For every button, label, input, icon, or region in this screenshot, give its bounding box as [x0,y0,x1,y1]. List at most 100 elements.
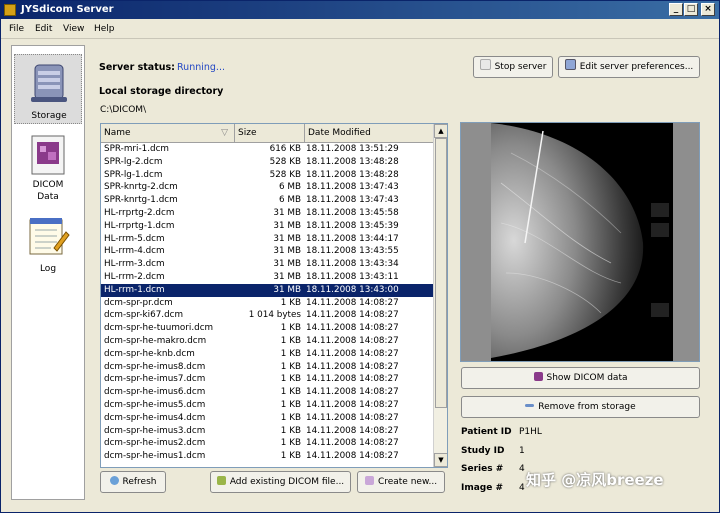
table-row[interactable]: dcm-spr-he-makro.dcm 1 KB 14.11.2008 14:08… [101,335,433,348]
scroll-thumb[interactable] [435,138,447,408]
title-bar[interactable]: JYSdicom Server _ □ × [1,1,719,19]
table-row[interactable]: dcm-spr-he-imus2.dcm 1 KB 14.11.2008 14:08… [101,437,433,450]
preferences-icon [564,59,576,70]
sidebar-item-dicom-data[interactable]: DICOM Data [14,132,82,204]
remove-icon [525,404,535,407]
file-name: dcm-spr-he-makro.dcm [104,335,207,346]
file-date: 18.11.2008 13:48:28 [306,156,399,167]
file-size: 1 KB [280,387,301,398]
sidebar-item-log[interactable]: Log [14,214,82,278]
scroll-up-icon[interactable]: ▲ [434,124,447,138]
column-header-size[interactable]: Size [235,124,305,142]
close-button[interactable]: × [701,3,715,16]
table-row[interactable]: dcm-spr-he-imus7.dcm 1 KB 14.11.2008 14:08… [101,373,433,386]
table-row[interactable]: HL-rrm-4.dcm 31 MB 18.11.2008 13:43:55 [101,245,433,258]
file-size: 1 KB [280,297,301,308]
file-date: 18.11.2008 13:47:43 [306,182,399,193]
show-dicom-label: Show DICOM data [546,373,628,383]
table-row[interactable]: HL-rrm-1.dcm 31 MB 18.11.2008 13:43:00 [101,283,433,297]
table-row[interactable]: HL-rrm-3.dcm 31 MB 18.11.2008 13:43:34 [101,258,433,271]
sidebar-item-storage[interactable]: Storage [14,54,82,124]
stop-server-button[interactable]: Stop server [473,56,553,78]
file-size: 31 MB [273,271,301,282]
scroll-down-icon[interactable]: ▼ [434,453,447,467]
file-size: 1 KB [280,412,301,423]
show-dicom-data-button[interactable]: Show DICOM data [461,367,700,389]
table-row[interactable]: SPR-lg-2.dcm 528 KB 18.11.2008 13:48:28 [101,156,433,169]
table-row[interactable]: dcm-spr-he-tuumori.dcm 1 KB 14.11.2008 14:… [101,322,433,335]
patient-id-label: Patient ID [461,427,512,437]
file-name: dcm-spr-he-imus3.dcm [104,425,206,436]
image-value: 4 [519,483,525,493]
file-name: HL-rrprtg-2.dcm [104,207,175,218]
refresh-button[interactable]: Refresh [100,471,166,493]
menu-edit[interactable]: Edit [35,24,52,34]
file-name: SPR-lg-2.dcm [104,156,163,167]
file-date: 14.11.2008 14:08:27 [306,425,399,436]
watermark: 知乎 @凉风breeze [526,471,664,489]
maximize-button[interactable]: □ [684,3,698,16]
column-header-date[interactable]: Date Modified [305,124,433,142]
server-status-value: Running... [177,62,225,73]
table-row[interactable]: dcm-spr-he-imus8.dcm 1 KB 14.11.2008 14:08… [101,361,433,374]
sidebar-item-label: DICOM [32,180,64,190]
file-size: 31 MB [273,207,301,218]
table-row[interactable]: dcm-spr-he-imus3.dcm 1 KB 14.11.2008 14:08… [101,425,433,438]
table-row[interactable]: HL-rrprtg-1.dcm 31 MB 18.11.2008 13:45:39 [101,220,433,233]
dicom-data-icon [31,135,65,175]
file-date: 18.11.2008 13:43:55 [306,246,399,257]
remove-from-storage-button[interactable]: Remove from storage [461,396,700,418]
file-size: 1 KB [280,361,301,372]
file-name: HL-rrm-2.dcm [104,271,165,282]
vertical-scrollbar[interactable]: ▲ ▼ [433,124,447,467]
study-id-label: Study ID [461,446,505,456]
file-size: 31 MB [273,220,301,231]
file-name: SPR-mri-1.dcm [104,144,170,154]
menu-file[interactable]: File [9,24,24,34]
table-row[interactable]: SPR-knrtg-2.dcm 6 MB 18.11.2008 13:47:43 [101,181,433,194]
file-name: HL-rrm-1.dcm [104,284,165,295]
file-size: 31 MB [273,246,301,257]
minimize-button[interactable]: _ [669,3,683,16]
create-new-button[interactable]: Create new... [357,471,445,493]
file-size: 1 KB [280,438,301,449]
file-size: 31 MB [273,284,301,295]
storage-path: C:\DICOM\ [100,105,147,115]
column-header-name[interactable]: Name ▽ [101,124,235,142]
table-row[interactable]: dcm-spr-he-imus1.dcm 1 KB 14.11.2008 14:08… [101,450,433,463]
file-size: 1 KB [280,425,301,436]
menu-view[interactable]: View [63,24,84,34]
table-row[interactable]: dcm-spr-pr.dcm 1 KB 14.11.2008 14:08:27 [101,297,433,310]
refresh-icon [109,476,119,485]
file-size: 1 KB [280,335,301,346]
edit-preferences-button[interactable]: Edit server preferences... [558,56,700,78]
menu-help[interactable]: Help [94,24,115,34]
table-row[interactable]: HL-rrm-2.dcm 31 MB 18.11.2008 13:43:11 [101,271,433,284]
table-row[interactable]: SPR-knrtg-1.dcm 6 MB 18.11.2008 13:47:43 [101,194,433,207]
mammogram-image [461,123,699,361]
file-date: 14.11.2008 14:08:27 [306,399,399,410]
window-title: JYSdicom Server [21,4,114,15]
file-size: 1 KB [280,451,301,462]
file-date: 14.11.2008 14:08:27 [306,387,399,398]
create-new-label: Create new... [377,477,438,487]
file-date: 14.11.2008 14:08:27 [306,297,399,308]
table-row[interactable]: dcm-spr-he-imus6.dcm 1 KB 14.11.2008 14:08… [101,386,433,399]
table-row[interactable]: SPR-lg-1.dcm 528 KB 18.11.2008 13:48:28 [101,169,433,182]
table-row[interactable]: dcm-spr-he-knb.dcm 1 KB 14.11.2008 14:08:2… [101,348,433,361]
file-name: dcm-spr-he-imus7.dcm [104,374,206,385]
dicom-image-preview[interactable] [460,122,700,362]
table-row[interactable]: dcm-spr-he-imus4.dcm 1 KB 14.11.2008 14:08… [101,412,433,425]
file-date: 14.11.2008 14:08:27 [306,348,399,359]
table-row[interactable]: HL-rrprtg-2.dcm 31 MB 18.11.2008 13:45:58 [101,207,433,220]
add-existing-file-button[interactable]: Add existing DICOM file... [210,471,351,493]
table-row[interactable]: dcm-spr-he-imus5.dcm 1 KB 14.11.2008 14:08… [101,399,433,412]
table-row[interactable]: dcm-spr-ki67.dcm 1 014 bytes 14.11.2008 14… [101,309,433,322]
edit-preferences-label: Edit server preferences... [579,62,694,72]
file-size: 6 MB [278,182,301,193]
file-name: SPR-lg-1.dcm [104,169,163,180]
file-date: 18.11.2008 13:43:34 [306,259,399,270]
table-row[interactable]: HL-rrm-5.dcm 31 MB 18.11.2008 13:44:17 [101,233,433,246]
table-row[interactable]: SPR-mri-1.dcm 616 KB 18.11.2008 13:51:29 [101,143,433,156]
file-date: 14.11.2008 14:08:27 [306,438,399,449]
